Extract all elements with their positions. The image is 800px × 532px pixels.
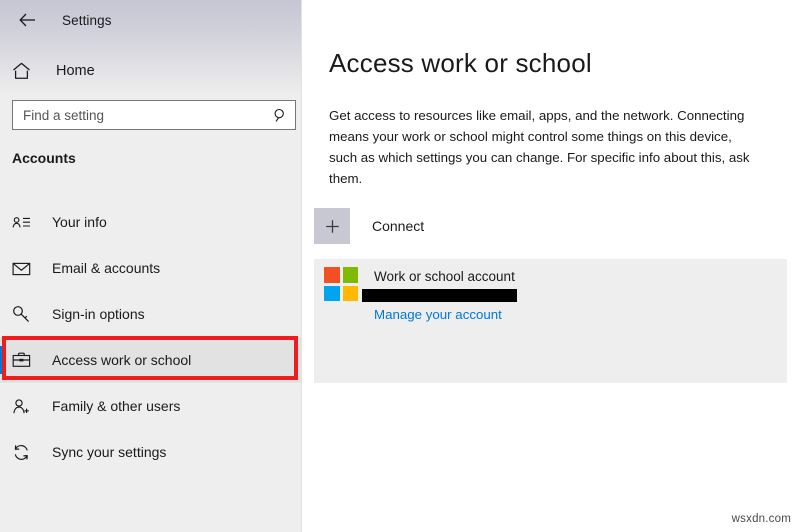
- envelope-icon: [12, 261, 44, 276]
- titlebar: Settings: [0, 0, 302, 40]
- sidebar-nav: Your info Email & accounts: [0, 199, 302, 475]
- sidebar-item-access-work-or-school[interactable]: Access work or school: [0, 337, 302, 383]
- watermark: wsxdn.com: [732, 513, 791, 525]
- sidebar-item-label: Your info: [52, 214, 107, 230]
- sidebar-item-your-info[interactable]: Your info: [0, 199, 302, 245]
- sidebar-item-sync-your-settings[interactable]: Sync your settings: [0, 429, 302, 475]
- sidebar: Settings Home Accounts: [0, 0, 302, 532]
- back-button[interactable]: [6, 3, 48, 37]
- sidebar-item-label: Email & accounts: [52, 260, 160, 276]
- sidebar-home-label: Home: [56, 63, 95, 79]
- page-description: Get access to resources like email, apps…: [329, 105, 757, 189]
- sync-icon: [12, 444, 44, 461]
- account-email-redaction: [362, 289, 517, 302]
- sidebar-item-label: Sync your settings: [52, 444, 166, 460]
- search-input[interactable]: [13, 101, 265, 129]
- sidebar-group-header: Accounts: [12, 150, 76, 166]
- sidebar-item-label: Sign-in options: [52, 306, 145, 322]
- search-box[interactable]: [12, 100, 296, 130]
- briefcase-icon: [12, 352, 44, 368]
- contact-card-icon: [12, 215, 44, 230]
- account-title: Work or school account: [374, 269, 515, 284]
- window-title: Settings: [62, 13, 112, 28]
- connect-label: Connect: [372, 218, 424, 234]
- sidebar-item-email-accounts[interactable]: Email & accounts: [0, 245, 302, 291]
- sidebar-item-home[interactable]: Home: [0, 56, 302, 86]
- person-add-icon: [12, 398, 44, 415]
- key-icon: [12, 305, 44, 323]
- page-title: Access work or school: [329, 48, 592, 79]
- settings-window: Settings Home Accounts: [0, 0, 800, 532]
- work-school-account-card[interactable]: Work or school account Manage your accou…: [314, 259, 787, 383]
- main-content: Access work or school Get access to reso…: [302, 0, 800, 532]
- sidebar-item-label: Family & other users: [52, 398, 180, 414]
- home-icon: [12, 62, 48, 80]
- manage-your-account-link[interactable]: Manage your account: [374, 307, 502, 322]
- sidebar-item-family-other-users[interactable]: Family & other users: [0, 383, 302, 429]
- connect-button[interactable]: Connect: [314, 203, 784, 249]
- search-icon[interactable]: [265, 108, 295, 123]
- microsoft-logo-icon: [324, 267, 358, 301]
- back-arrow-icon: [19, 13, 36, 27]
- sidebar-item-label: Access work or school: [52, 352, 191, 368]
- plus-icon: [314, 208, 350, 244]
- sidebar-item-sign-in-options[interactable]: Sign-in options: [0, 291, 302, 337]
